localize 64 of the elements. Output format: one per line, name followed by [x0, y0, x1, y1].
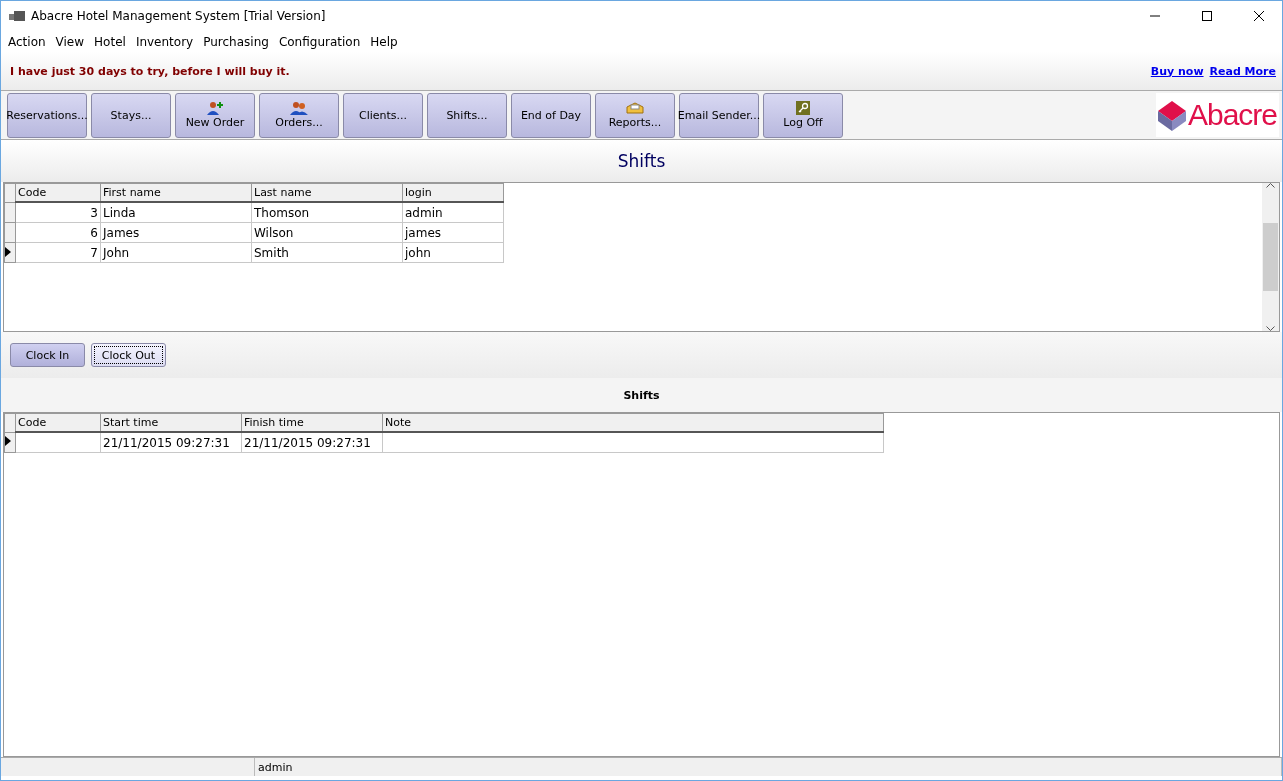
action-button[interactable]: Clock In	[10, 343, 85, 367]
menu-item[interactable]: Action	[3, 34, 51, 49]
person-add-icon	[206, 101, 224, 115]
column-header[interactable]: Note	[382, 413, 884, 432]
table-cell: James	[100, 222, 252, 243]
column-header[interactable]: First name	[100, 183, 252, 202]
link[interactable]: Buy now	[1150, 64, 1204, 78]
column-header[interactable]: login	[402, 183, 504, 202]
table-cell: 21/11/2015 09:27:31	[100, 432, 242, 453]
table-cell: Wilson	[251, 222, 403, 243]
menu-item[interactable]: Help	[365, 34, 403, 49]
menu-item[interactable]: Hotel	[89, 34, 131, 49]
table-cell: john	[402, 242, 504, 263]
toolbar-button[interactable]: Reservations...	[7, 92, 87, 138]
close-icon	[1254, 11, 1264, 21]
row-indicator[interactable]	[4, 432, 16, 453]
people-icon	[290, 101, 308, 115]
row-indicator[interactable]	[4, 242, 16, 263]
table-cell: james	[402, 222, 504, 243]
table-cell: 7	[15, 242, 101, 263]
action-button[interactable]: Clock Out	[91, 343, 166, 367]
tray-icon	[625, 101, 645, 115]
scroll-down-icon[interactable]	[1266, 326, 1275, 331]
column-header[interactable]: Start time	[100, 413, 242, 432]
page-title: Shifts	[617, 151, 666, 171]
toolbar-button[interactable]: End of Day	[511, 92, 591, 138]
maximize-icon	[1202, 11, 1212, 21]
column-header[interactable]: Finish time	[241, 413, 383, 432]
menu-item[interactable]: View	[50, 34, 90, 49]
table-cell: admin	[402, 202, 504, 223]
column-header[interactable]: Code	[15, 183, 101, 202]
column-header[interactable]: Code	[15, 413, 101, 432]
window-title: Abacre Hotel Management System [Trial Version]	[31, 9, 327, 23]
table-cell: Thomson	[251, 202, 403, 223]
table-cell: Smith	[251, 242, 403, 263]
toolbar-button[interactable]: Log Off	[763, 92, 843, 138]
app-icon	[9, 11, 25, 21]
toolbar-button[interactable]: New Order	[175, 92, 255, 138]
menu-item[interactable]: Purchasing	[198, 34, 274, 49]
toolbar-button[interactable]: Orders...	[259, 92, 339, 138]
section-title: Shifts	[623, 388, 660, 402]
row-pointer-icon	[5, 246, 11, 257]
toolbar-button[interactable]: Email Sender...	[679, 92, 759, 138]
toolbar-button[interactable]: Clients...	[343, 92, 423, 138]
table-cell: 6	[15, 222, 101, 243]
table-cell: Linda	[100, 202, 252, 223]
key-icon	[796, 101, 810, 115]
logo-text: Abacre	[1187, 98, 1277, 132]
menu-item[interactable]: Configuration	[273, 34, 366, 49]
scroll-thumb[interactable]	[1263, 223, 1278, 291]
table-cell: 3	[15, 202, 101, 223]
trial-message: I have just 30 days to try, before I will buy it.	[10, 64, 290, 78]
row-pointer-icon	[5, 436, 11, 447]
toolbar-button[interactable]: Stays...	[91, 92, 171, 138]
link[interactable]: Read More	[1209, 64, 1276, 78]
column-header[interactable]: Last name	[251, 183, 403, 202]
table-cell: 21/11/2015 09:27:31	[241, 432, 383, 453]
toolbar-button[interactable]: Reports...	[595, 92, 675, 138]
menu-item[interactable]: Inventory	[130, 34, 199, 49]
toolbar-button[interactable]: Shifts...	[427, 92, 507, 138]
scroll-up-icon[interactable]	[1266, 183, 1275, 188]
scrollbar[interactable]	[1262, 183, 1279, 331]
status-user: admin	[255, 758, 1282, 776]
table-cell: John	[100, 242, 252, 263]
